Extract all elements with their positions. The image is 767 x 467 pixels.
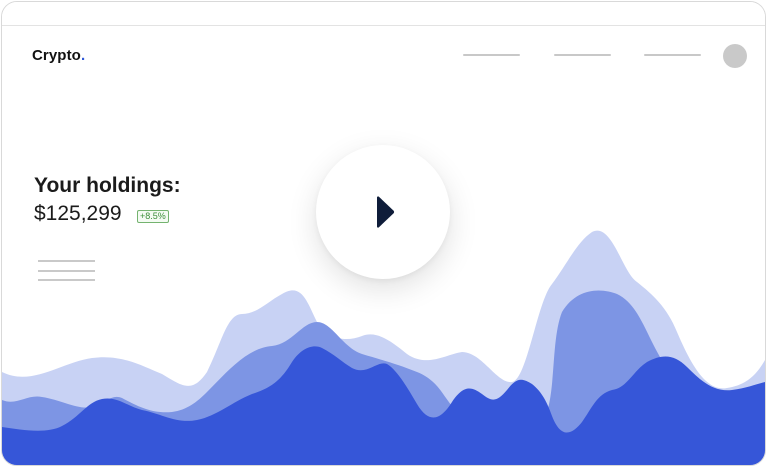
play-button[interactable] (316, 145, 450, 279)
nav-item-1[interactable] (463, 54, 520, 56)
menu-line-2 (38, 270, 95, 272)
holdings-amount: $125,299 (34, 202, 122, 225)
nav-item-2[interactable] (554, 54, 611, 56)
brand-dot: . (80, 47, 86, 64)
change-badge: +8.5% (137, 210, 169, 223)
brand-logo[interactable]: Crypto. (32, 47, 85, 64)
avatar[interactable] (723, 44, 747, 68)
holdings-title: Your holdings: (34, 174, 181, 197)
menu-line-1 (38, 260, 95, 262)
app-window: Crypto. Your holdings: $125,299 +8.5% (1, 1, 766, 466)
play-icon (377, 196, 395, 228)
brand-text: Crypto (32, 47, 81, 64)
menu-line-3 (38, 279, 95, 281)
nav-item-3[interactable] (644, 54, 701, 56)
